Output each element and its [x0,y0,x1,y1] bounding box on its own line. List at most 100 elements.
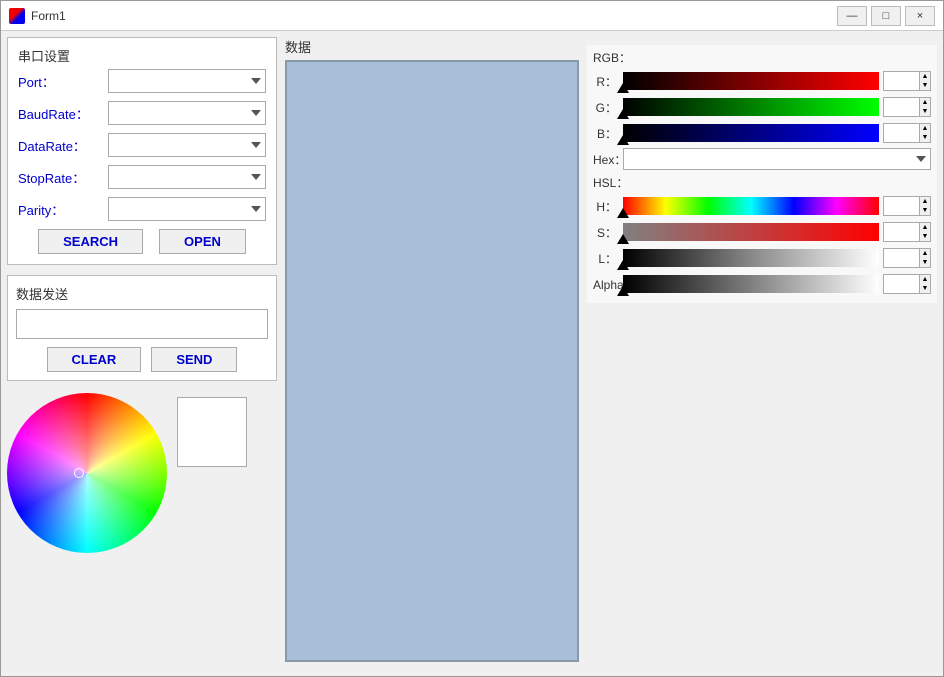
b-spinbox-up[interactable]: ▲ [920,124,930,133]
datarate-label: DataRate： [18,136,108,155]
baudrate-label: BaudRate： [18,104,108,123]
alpha-slider-row: Alpha： 0 ▲ ▼ [593,273,931,295]
serial-section-title: 串口设置 [18,46,266,65]
hsl-title: HSL： [593,174,931,191]
parity-label: Parity： [18,200,108,219]
b-spinbox-arrows: ▲ ▼ [919,123,931,143]
b-slider-thumb [617,135,629,145]
l-spinbox-down[interactable]: ▼ [920,258,930,267]
color-preview[interactable] [177,397,247,467]
h-slider-bg [623,197,879,215]
stoprate-row: StopRate： [18,165,266,189]
r-slider-bg [623,72,879,90]
l-spinbox-input[interactable]: 0 [883,248,919,268]
datarate-select[interactable] [108,133,266,157]
s-spinbox-up[interactable]: ▲ [920,223,930,232]
right-panel: RGB： R： 0 ▲ ▼ [587,37,937,670]
l-slider-track[interactable] [623,249,879,267]
h-spinbox-input[interactable]: 0 [883,196,919,216]
maximize-button[interactable]: □ [871,6,901,26]
h-slider-row: H： [593,195,931,217]
color-wheel-area [7,393,277,553]
send-button-row: CLEAR SEND [16,347,268,372]
close-button[interactable]: × [905,6,935,26]
s-spinbox-input[interactable]: 0 [883,222,919,242]
r-spinbox-up[interactable]: ▲ [920,72,930,81]
port-label: Port： [18,72,108,91]
color-wheel-overlay [7,393,167,553]
port-select[interactable] [108,69,266,93]
title-bar: Form1 — □ × [1,1,943,31]
main-content: 串口设置 Port： BaudRate： DataRate： StopRate： [1,31,943,676]
alpha-spinbox: 0 ▲ ▼ [883,274,931,294]
serial-section: 串口设置 Port： BaudRate： DataRate： StopRate： [7,37,277,265]
send-section-title: 数据发送 [16,284,268,303]
h-spinbox-arrows: ▲ ▼ [919,196,931,216]
alpha-spinbox-arrows: ▲ ▼ [919,274,931,294]
baudrate-select[interactable] [108,101,266,125]
g-spinbox-input[interactable]: 0 [883,97,919,117]
datarate-row: DataRate： [18,133,266,157]
data-section-title: 数据 [285,37,579,56]
g-slider-track[interactable] [623,98,879,116]
g-spinbox-arrows: ▲ ▼ [919,97,931,117]
alpha-spinbox-down[interactable]: ▼ [920,284,930,293]
send-section: 数据发送 CLEAR SEND [7,275,277,381]
send-button[interactable]: SEND [151,347,237,372]
alpha-slider-thumb [617,286,629,296]
hex-select[interactable] [623,148,931,170]
b-spinbox-down[interactable]: ▼ [920,133,930,142]
l-slider-bg [623,249,879,267]
clear-button[interactable]: CLEAR [47,347,142,372]
alpha-slider-track[interactable] [623,275,879,293]
g-slider-thumb [617,109,629,119]
b-slider-row: B： 0 ▲ ▼ [593,122,931,144]
g-slider-row: G： 0 ▲ ▼ [593,96,931,118]
open-button[interactable]: OPEN [159,229,246,254]
r-spinbox-down[interactable]: ▼ [920,81,930,90]
app-icon [9,8,25,24]
r-slider-row: R： 0 ▲ ▼ [593,70,931,92]
l-spinbox: 0 ▲ ▼ [883,248,931,268]
left-panel: 串口设置 Port： BaudRate： DataRate： StopRate： [7,37,277,670]
h-slider-track[interactable] [623,197,879,215]
window-title: Form1 [31,9,837,23]
s-slider-row: S： 0 ▲ ▼ [593,221,931,243]
s-spinbox-arrows: ▲ ▼ [919,222,931,242]
b-spinbox: 0 ▲ ▼ [883,123,931,143]
rgb-section: RGB： R： 0 ▲ ▼ [587,45,937,303]
h-slider-thumb [617,208,629,218]
stoprate-select[interactable] [108,165,266,189]
r-slider-track[interactable] [623,72,879,90]
l-spinbox-arrows: ▲ ▼ [919,248,931,268]
h-spinbox-down[interactable]: ▼ [920,206,930,215]
b-slider-track[interactable] [623,124,879,142]
alpha-spinbox-input[interactable]: 0 [883,274,919,294]
search-button[interactable]: SEARCH [38,229,143,254]
data-display[interactable] [285,60,579,662]
main-window: Form1 — □ × 串口设置 Port： BaudRate： DataR [0,0,944,677]
r-spinbox-input[interactable]: 0 [883,71,919,91]
color-wheel-cursor [74,468,84,478]
l-spinbox-up[interactable]: ▲ [920,249,930,258]
middle-panel: 数据 [285,37,579,670]
alpha-spinbox-up[interactable]: ▲ [920,275,930,284]
hex-row: Hex： [593,148,931,170]
g-spinbox: 0 ▲ ▼ [883,97,931,117]
s-slider-track[interactable] [623,223,879,241]
g-spinbox-down[interactable]: ▼ [920,107,930,116]
s-spinbox-down[interactable]: ▼ [920,232,930,241]
b-spinbox-input[interactable]: 0 [883,123,919,143]
b-slider-bg [623,124,879,142]
l-slider-row: L： 0 ▲ ▼ [593,247,931,269]
minimize-button[interactable]: — [837,6,867,26]
s-slider-thumb [617,234,629,244]
l-slider-thumb [617,260,629,270]
rgb-title: RGB： [593,49,931,66]
send-input[interactable] [16,309,268,339]
r-spinbox: 0 ▲ ▼ [883,71,931,91]
color-wheel[interactable] [7,393,167,553]
g-spinbox-up[interactable]: ▲ [920,98,930,107]
parity-select[interactable] [108,197,266,221]
h-spinbox-up[interactable]: ▲ [920,197,930,206]
